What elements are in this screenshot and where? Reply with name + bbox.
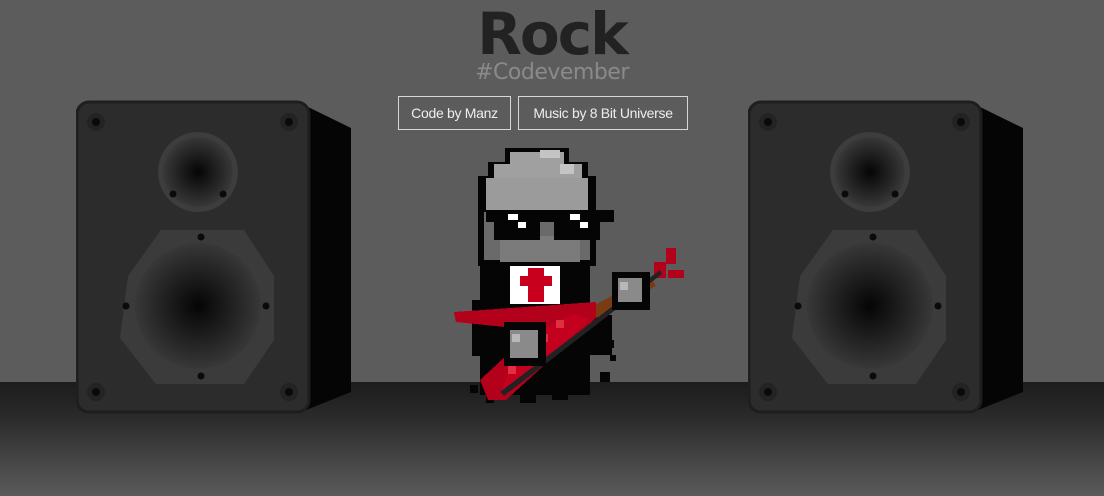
rocker-head bbox=[478, 148, 614, 266]
pixel-rocker-character bbox=[454, 148, 684, 403]
rocker-shirt bbox=[510, 266, 560, 304]
